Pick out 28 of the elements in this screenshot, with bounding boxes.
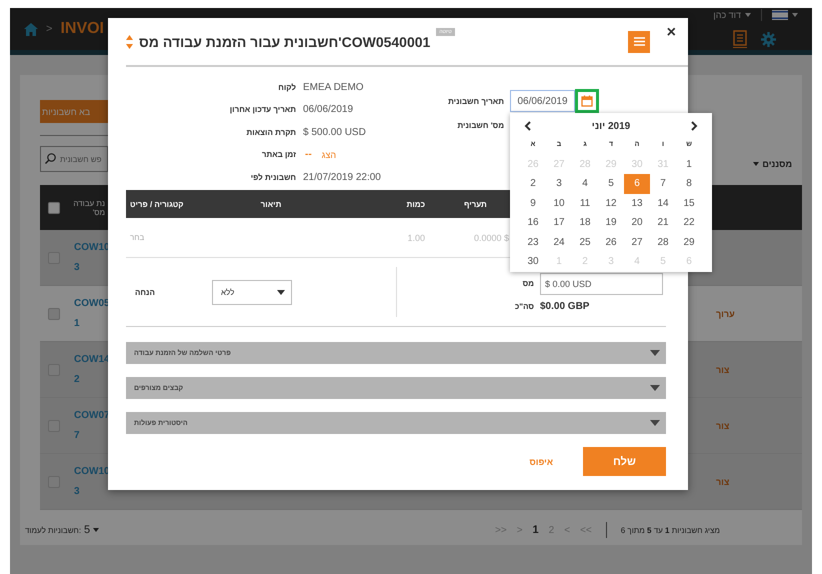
page-title: INVOI [60,20,104,38]
field-label: זמן באתר [260,150,297,160]
field-label: הנחה [134,288,156,296]
column-header: תיאור [260,200,282,208]
table-cell-text: 1.00 [406,232,426,242]
breadcrumb-separator: > [46,23,52,35]
column-header: תעריף [463,200,488,208]
field-value: 21/07/2019 22:00 [303,172,381,183]
column-header: מס' [92,208,105,216]
field-value: EMEA DEMO [303,82,364,93]
field-label: מס' חשבונית [456,121,505,130]
column-header: קטגוריה / פריט [129,200,184,208]
field-label: לקוח [277,82,297,92]
field-label: חשבונית לפי [250,172,297,182]
field-value: 06/06/2019 [303,104,354,116]
field-label: תקרת הוצאות [246,128,297,137]
field-label: תאריך עדכון אחרון [228,105,297,114]
table-cell-text: $ 0.0000 [473,232,510,242]
field-value: -- [304,148,313,162]
field-label: מס [522,279,535,288]
per-page-label: חשבוניות לעמוד: [25,526,82,534]
dialog-title: COW0540001'חשבונית עבור הזמנת עבודה מס [139,34,430,50]
column-header: נת עבודה [73,198,105,208]
column-header: כמות [406,200,426,208]
field-label: תאריך חשבונית [447,96,505,106]
total-value: $0.00 GBP [540,300,590,312]
field-label: סה"כ [514,302,535,310]
field-value: $ 500.00 USD [303,126,366,138]
